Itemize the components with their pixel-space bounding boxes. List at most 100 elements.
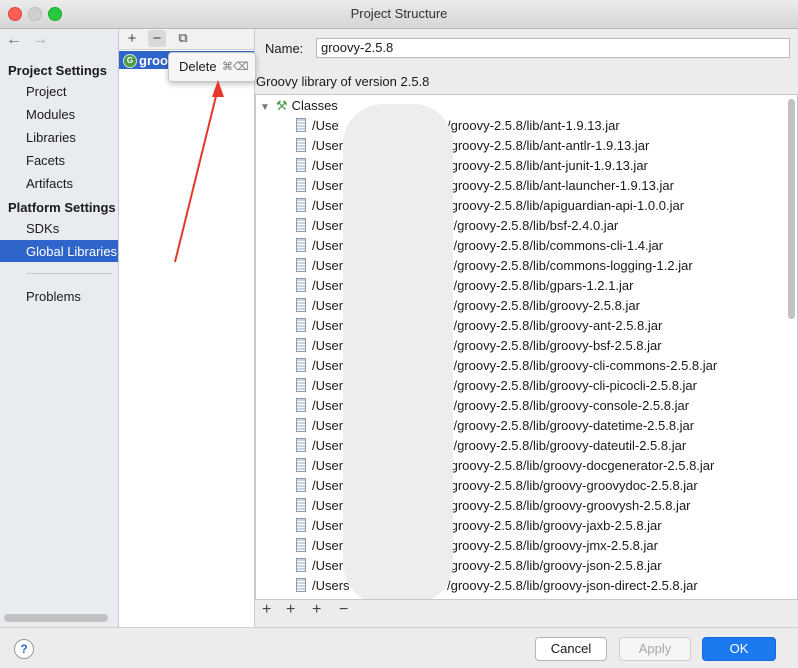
path-suffix: v/groovy-2.5.8/lib/groovy-ant-2.5.8.jar [447,318,663,333]
classes-row[interactable]: /Users v/groovy-2.5.8/lib/groovy-datetime… [296,418,694,438]
classes-scrollbar[interactable] [788,99,795,319]
path-prefix: /User [312,478,344,493]
path-suffix: v/groovy-2.5.8/lib/commons-cli-1.4.jar [447,238,664,253]
name-label: Name: [265,41,304,56]
add-jar-button[interactable]: + [286,601,295,619]
jar-icon [296,118,306,132]
path-suffix: v/groovy-2.5.8/lib/bsf-2.4.0.jar [447,218,619,233]
classes-row[interactable]: /Users v/groovy-2.5.8/lib/groovy-ant-2.5.… [296,318,662,338]
section-project-settings: Project Settings [8,63,107,78]
classes-row[interactable]: /Users/groovy-2.5.8/lib/groovy-json-2.5.… [296,558,662,578]
library-description: Groovy library of version 2.5.8 [256,74,430,89]
classes-row[interactable]: /Users/groovy-2.5.8/lib/apiguardian-api-… [296,198,684,218]
classes-row[interactable]: /User/groovy-2.5.8/lib/groovy-docgenerat… [296,458,714,478]
path-suffix: /groovy-2.5.8/lib/groovy-jaxb-2.5.8.jar [447,518,662,533]
forward-arrow-icon[interactable]: → [32,31,48,49]
cancel-button[interactable]: Cancel [535,637,607,661]
sidebar-scrollbar[interactable] [4,614,108,622]
jar-icon [296,238,306,252]
classes-row[interactable]: /Users v/groovy-2.5.8/lib/groovy-bsf-2.5.… [296,338,662,358]
classes-row[interactable]: /Users v/groovy-2.5.8/lib/gpars-1.2.1.jar [296,278,633,298]
classes-row[interactable]: /Users v/groovy-2.5.8/lib/bsf-2.4.0.jar [296,218,618,238]
jar-icon [296,138,306,152]
jar-icon [296,258,306,272]
sidebar-item-modules[interactable]: Modules [26,107,75,122]
settings-sidebar: ← → Project Settings Project Modules Lib… [0,29,119,627]
classes-row[interactable]: /Users v/groovy-2.5.8/lib/groovy-cli-pico… [296,378,697,398]
classes-row[interactable]: /User/groovy-2.5.8/lib/ant-junit-1.9.13.… [296,158,648,178]
classes-tree: ▼ ⚒ Classes /Use/groovy-2.5.8/lib/ant-1.9.… [255,94,798,600]
sidebar-item-artifacts[interactable]: Artifacts [26,176,73,191]
classes-row[interactable]: /User/groovy-2.5.8/lib/groovy-groovydoc-… [296,478,698,498]
add-sources-button[interactable]: + [312,601,321,619]
classes-row[interactable]: /Users v/groovy-2.5.8/lib/groovy-cli-comm… [296,358,717,378]
jar-icon [296,518,306,532]
add-library-button[interactable]: + [123,30,141,47]
path-suffix: v/groovy-2.5.8/lib/groovy-dateutil-2.5.8… [447,438,687,453]
ok-button[interactable]: OK [702,637,776,661]
title-bar: Project Structure [0,0,798,29]
classes-row[interactable]: /Users/groovy-2.5.8/lib/ant-launcher-1.9… [296,178,674,198]
classes-row[interactable]: /Users v/groovy-2.5.8/lib/groovy-dateutil… [296,438,686,458]
path-suffix: /groovy-2.5.8/lib/groovy-docgenerator-2.… [447,458,715,473]
sidebar-item-global-libraries[interactable]: Global Libraries [26,244,117,259]
classes-label: Classes [291,98,338,113]
classes-row[interactable]: /Users v/groovy-2.5.8/lib/groovy-2.5.8.ja… [296,298,640,318]
jar-icon [296,158,306,172]
apply-button[interactable]: Apply [619,637,691,661]
sidebar-item-project[interactable]: Project [26,84,66,99]
classes-row[interactable]: /Use/groovy-2.5.8/lib/ant-1.9.13.jar [296,118,620,138]
path-suffix: /groovy-2.5.8/lib/ant-junit-1.9.13.jar [447,158,648,173]
path-suffix: v/groovy-2.5.8/lib/groovy-2.5.8.jar [447,298,640,313]
path-prefix: /Use [312,118,339,133]
classes-row[interactable]: /Users v/groovy-2.5.8/lib/groovy-console-… [296,398,689,418]
classes-row[interactable]: /Users v/groovy-2.5.8/lib/commons-cli-1.4… [296,238,663,258]
classes-row[interactable]: /User/groovy-2.5.8/lib/ant-antlr-1.9.13.… [296,138,649,158]
expand-triangle-icon[interactable]: ▼ [260,102,270,113]
name-field[interactable]: groovy-2.5.8 [316,38,790,58]
remove-path-button[interactable]: − [339,601,348,619]
remove-library-button[interactable]: − [148,30,166,47]
path-prefix: /User [312,158,344,173]
classes-toolbar: + + + − [255,599,796,625]
jar-icon [296,398,306,412]
classes-row[interactable]: /User/groovy-2.5.8/lib/groovy-jaxb-2.5.8… [296,518,662,538]
sidebar-item-sdks[interactable]: SDKs [26,221,59,236]
redaction-blur [343,104,453,599]
delete-menu-item[interactable]: Delete [179,59,217,74]
path-suffix: v/groovy-2.5.8/lib/groovy-cli-commons-2.… [447,358,718,373]
classes-row[interactable]: /Users/groovy-2.5.8/lib/groovy-jmx-2.5.8… [296,538,658,558]
classes-row[interactable]: /Users/groovy-2.5.8/lib/groovy-json-dire… [296,578,698,598]
sidebar-item-facets[interactable]: Facets [26,153,65,168]
path-suffix: /groovy-2.5.8/lib/groovy-json-direct-2.5… [447,578,698,593]
path-suffix: /groovy-2.5.8/lib/groovy-jmx-2.5.8.jar [447,538,658,553]
copy-library-button[interactable]: ⧉ [174,30,192,46]
section-platform-settings: Platform Settings [8,200,116,215]
sidebar-item-libraries[interactable]: Libraries [26,130,76,145]
jar-icon [296,578,306,592]
classes-root-node[interactable]: ▼ ⚒ Classes [260,98,338,114]
path-suffix: /groovy-2.5.8/lib/ant-1.9.13.jar [447,118,620,133]
jar-icon [296,438,306,452]
context-menu: Delete ⌘⌫ [168,52,256,82]
jar-icon [296,318,306,332]
jar-icon [296,338,306,352]
classes-row[interactable]: /Users v/groovy-2.5.8/lib/commons-logging… [296,258,693,278]
classes-row[interactable]: /User/groovy-2.5.8/lib/groovy-groovysh-2… [296,498,691,518]
path-suffix: v/groovy-2.5.8/lib/groovy-cli-picocli-2.… [447,378,697,393]
jar-icon [296,178,306,192]
back-arrow-icon[interactable]: ← [6,31,22,49]
sidebar-divider [26,273,112,274]
jar-icon [296,478,306,492]
path-suffix: v/groovy-2.5.8/lib/commons-logging-1.2.j… [447,258,693,273]
jar-icon [296,358,306,372]
delete-shortcut: ⌘⌫ [222,61,249,73]
sidebar-item-problems[interactable]: Problems [26,289,81,304]
add-path-button[interactable]: + [262,601,271,619]
jar-icon [296,458,306,472]
groovy-library-icon: G [123,54,137,68]
help-icon[interactable]: ? [14,639,34,659]
path-prefix: /User [312,458,344,473]
path-suffix: v/groovy-2.5.8/lib/gpars-1.2.1.jar [447,278,634,293]
jar-icon [296,418,306,432]
